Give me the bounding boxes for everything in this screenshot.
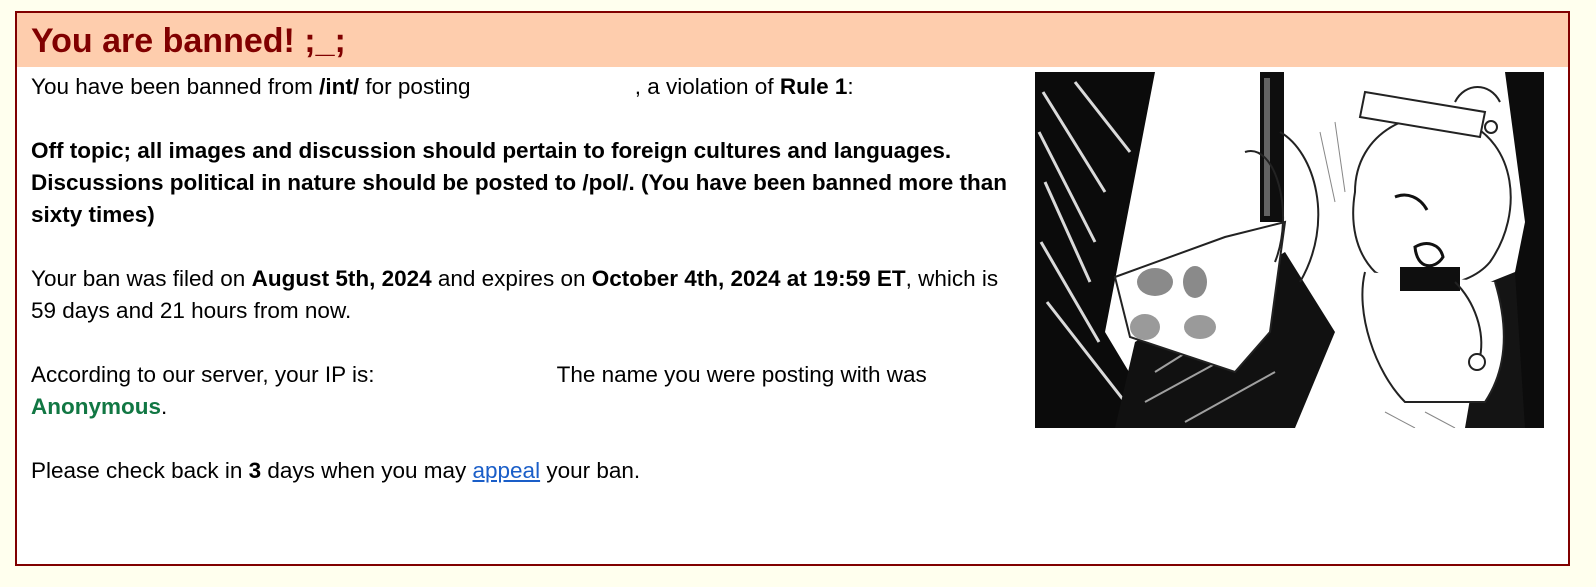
expires-date: October 4th, 2024 at 19:59 ET [591,266,906,291]
ban-title: You are banned! ;_; [31,22,346,60]
name-prefix: The name you were posting with was [556,362,927,387]
ban-box: You are banned! ;_; You have been banned… [15,11,1570,566]
ban-illustration-icon [1035,72,1544,428]
expires-prefix: and expires on [431,266,592,291]
appeal-link[interactable]: appeal [473,458,541,483]
appeal-suffix: your ban. [540,458,641,483]
intro-middle: for posting [359,74,477,99]
poster-name: Anonymous [31,394,162,419]
intro-colon: : [847,74,854,99]
ban-ip-info: According to our server, your IP is: The… [31,359,1021,423]
ban-dates: Your ban was filed on August 5th, 2024 a… [31,263,1021,327]
rule-number: Rule 1 [779,74,848,99]
appeal-prefix: Please check back in [31,458,249,483]
ip-prefix: According to our server, your IP is: [31,362,375,387]
ip-value-redacted [380,364,551,389]
ban-header: You are banned! ;_; [17,13,1568,67]
name-period: . [161,394,168,419]
ban-image [1035,72,1544,428]
ban-intro: You have been banned from /int/ for post… [31,71,1021,103]
post-link-redacted[interactable] [476,76,635,101]
ban-reason-paragraph: Off topic; all images and discussion sho… [31,135,1021,231]
ban-content: You have been banned from /int/ for post… [31,71,1021,487]
appeal-middle: days when you may [261,458,473,483]
filed-date: August 5th, 2024 [251,266,432,291]
appeal-info: Please check back in 3 days when you may… [31,455,1021,487]
intro-prefix: You have been banned from [31,74,320,99]
ban-reason: Off topic; all images and discussion sho… [31,138,1007,227]
board-name: /int/ [319,74,360,99]
filed-prefix: Your ban was filed on [31,266,252,291]
violation-text: , a violation of [634,74,780,99]
appeal-days: 3 [248,458,262,483]
